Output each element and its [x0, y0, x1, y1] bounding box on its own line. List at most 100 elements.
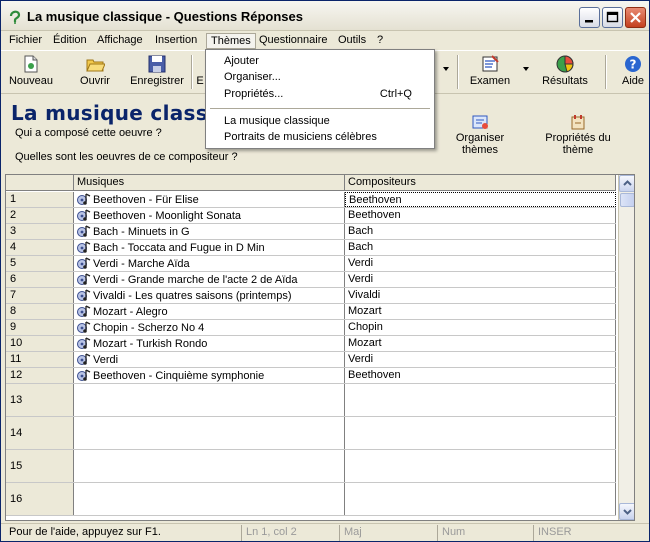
question-link-2[interactable]: Quelles sont les oeuvres de ce composite… [15, 151, 238, 163]
musique-cell[interactable]: Verdi - Grande marche de l'acte 2 de Aïd… [74, 272, 345, 287]
menu-edition[interactable]: Édition [49, 33, 91, 49]
close-button[interactable] [625, 7, 646, 28]
row-number[interactable]: 12 [6, 368, 74, 383]
row-number[interactable]: 9 [6, 320, 74, 335]
compositeur-cell[interactable]: Chopin [345, 320, 616, 335]
musique-cell[interactable]: Verdi [74, 352, 345, 367]
row-number[interactable]: 7 [6, 288, 74, 303]
table-row[interactable]: 5 Verdi - Marche Aïda Verdi [6, 256, 616, 272]
musique-cell[interactable]: Vivaldi - Les quatres saisons (printemps… [74, 288, 345, 303]
nouveau-button[interactable]: Nouveau [5, 53, 57, 93]
menu-item-theme-portraits[interactable]: Portraits de musiciens célèbres [224, 130, 377, 146]
musique-cell[interactable] [74, 483, 345, 515]
compositeur-cell[interactable] [345, 384, 616, 416]
table-row[interactable]: 1 Beethoven - Für Elise Beethoven [6, 192, 616, 208]
row-number[interactable]: 2 [6, 208, 74, 223]
table-row[interactable]: 7 Vivaldi - Les quatres saisons (printemp… [6, 288, 616, 304]
musique-cell[interactable] [74, 384, 345, 416]
table-row[interactable]: 11 Verdi Verdi [6, 352, 616, 368]
menu-insertion[interactable]: Insertion [151, 33, 201, 49]
musique-cell[interactable] [74, 450, 345, 482]
table-row[interactable]: 2 Beethoven - Moonlight Sonata Beethoven [6, 208, 616, 224]
menu-outils[interactable]: Outils [334, 33, 370, 49]
menu-themes[interactable]: Thèmes [206, 33, 256, 49]
scroll-down-button[interactable] [619, 503, 634, 520]
row-number[interactable]: 3 [6, 224, 74, 239]
row-number[interactable]: 4 [6, 240, 74, 255]
musique-cell[interactable] [74, 417, 345, 449]
menu-affichage[interactable]: Affichage [93, 33, 147, 49]
table-row[interactable]: 10 Mozart - Turkish Rondo Mozart [6, 336, 616, 352]
vertical-scrollbar[interactable] [618, 175, 634, 520]
menu-questionnaire[interactable]: Questionnaire [255, 33, 332, 49]
resultats-button[interactable]: Résultats [537, 53, 593, 93]
question-link-1[interactable]: Qui a composé cette oeuvre ? [15, 127, 162, 139]
proprietes-theme-button[interactable]: Propriétés du thème [529, 113, 627, 156]
compositeur-cell[interactable]: Verdi [345, 352, 616, 367]
musique-cell[interactable]: Mozart - Alegro [74, 304, 345, 319]
compositeur-cell[interactable]: Mozart [345, 336, 616, 351]
musique-cell[interactable]: Bach - Minuets in G [74, 224, 345, 239]
compositeur-cell[interactable]: Verdi [345, 272, 616, 287]
chevron-down-icon[interactable] [443, 67, 449, 71]
compositeur-cell[interactable] [345, 450, 616, 482]
menu-item-organiser[interactable]: Organiser... [224, 70, 281, 86]
table-row[interactable]: 9 Chopin - Scherzo No 4 Chopin [6, 320, 616, 336]
table-row[interactable]: 3 Bach - Minuets in G Bach [6, 224, 616, 240]
compositeur-cell[interactable]: Verdi [345, 256, 616, 271]
compositeur-cell[interactable]: Beethoven [345, 368, 616, 383]
menu-help[interactable]: ? [373, 33, 387, 49]
table-row[interactable]: 4 Bach - Toccata and Fugue in D Min Bach [6, 240, 616, 256]
table-row[interactable]: 14 [6, 417, 616, 450]
examen-button[interactable]: Examen [467, 53, 513, 93]
table-row[interactable]: 13 [6, 384, 616, 417]
music-grid[interactable]: Musiques Compositeurs 1 Beethoven - Für E… [5, 174, 635, 521]
compositeur-cell[interactable]: Beethoven [345, 192, 616, 207]
musique-cell[interactable]: Bach - Toccata and Fugue in D Min [74, 240, 345, 255]
compositeur-cell[interactable]: Mozart [345, 304, 616, 319]
musique-cell[interactable]: Mozart - Turkish Rondo [74, 336, 345, 351]
musique-cell[interactable]: Verdi - Marche Aïda [74, 256, 345, 271]
row-number[interactable]: 8 [6, 304, 74, 319]
row-number[interactable]: 13 [6, 384, 74, 416]
musique-cell[interactable]: Chopin - Scherzo No 4 [74, 320, 345, 335]
compositeur-cell[interactable] [345, 483, 616, 515]
aide-button[interactable]: ? Aide [617, 53, 649, 93]
scroll-thumb[interactable] [620, 193, 634, 207]
compositeur-cell[interactable]: Bach [345, 240, 616, 255]
row-number[interactable]: 11 [6, 352, 74, 367]
compositeur-cell[interactable]: Vivaldi [345, 288, 616, 303]
row-number[interactable]: 15 [6, 450, 74, 482]
organiser-themes-button[interactable]: Organiser thèmes [437, 113, 523, 156]
row-number[interactable]: 10 [6, 336, 74, 351]
musique-cell[interactable]: Beethoven - Cinquième symphonie [74, 368, 345, 383]
e-button[interactable]: E [195, 53, 205, 93]
compositeur-cell[interactable]: Beethoven [345, 208, 616, 223]
table-row[interactable]: 8 Mozart - Alegro Mozart [6, 304, 616, 320]
table-row[interactable]: 12 Beethoven - Cinquième symphonie Beethov… [6, 368, 616, 384]
table-row[interactable]: 15 [6, 450, 616, 483]
menu-item-theme-musique[interactable]: La musique classique [224, 114, 330, 130]
compositeur-cell[interactable]: Bach [345, 224, 616, 239]
column-header-musiques[interactable]: Musiques [74, 175, 345, 191]
row-number[interactable]: 1 [6, 192, 74, 207]
musique-cell[interactable]: Beethoven - Moonlight Sonata [74, 208, 345, 223]
menu-item-ajouter[interactable]: Ajouter [224, 54, 259, 70]
maximize-button[interactable] [602, 7, 623, 28]
row-number[interactable]: 5 [6, 256, 74, 271]
row-number[interactable]: 6 [6, 272, 74, 287]
row-number[interactable]: 16 [6, 483, 74, 515]
minimize-button[interactable] [579, 7, 600, 28]
chevron-down-icon[interactable] [523, 67, 529, 71]
table-row[interactable]: 6 Verdi - Grande marche de l'acte 2 de Aï… [6, 272, 616, 288]
row-number[interactable]: 14 [6, 417, 74, 449]
ouvrir-button[interactable]: Ouvrir [73, 53, 117, 93]
enregistrer-button[interactable]: Enregistrer [125, 53, 189, 93]
column-header-compositeurs[interactable]: Compositeurs [345, 175, 616, 191]
table-row[interactable]: 16 [6, 483, 616, 516]
menu-item-proprietes[interactable]: Propriétés... [224, 87, 283, 103]
scroll-up-button[interactable] [619, 175, 634, 192]
compositeur-cell[interactable] [345, 417, 616, 449]
musique-cell[interactable]: Beethoven - Für Elise [74, 192, 345, 207]
menu-fichier[interactable]: Fichier [5, 33, 46, 49]
